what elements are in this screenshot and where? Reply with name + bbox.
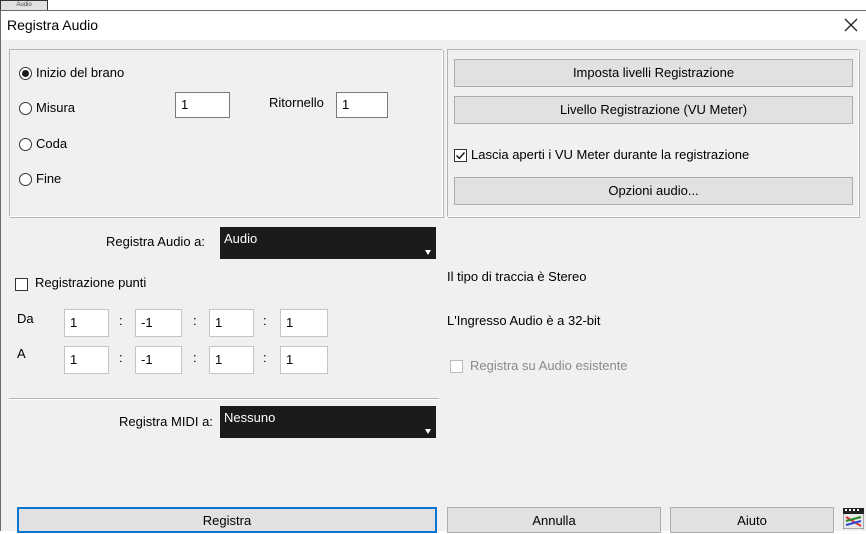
- radio-label: Misura: [36, 100, 76, 115]
- separator: :: [263, 350, 267, 365]
- divider: [9, 398, 439, 399]
- radio-label: Inizio del brano: [36, 65, 125, 80]
- to-measure-input[interactable]: 1: [64, 346, 109, 374]
- record-button[interactable]: Registra: [17, 507, 437, 533]
- record-midi-to-label: Registra MIDI a:: [119, 414, 213, 429]
- record-audio-to-value: Audio: [224, 231, 258, 246]
- record-midi-to-value: Nessuno: [224, 410, 276, 425]
- leave-vu-open-checkbox[interactable]: [454, 149, 467, 162]
- separator: :: [193, 350, 197, 365]
- recording-levels-panel: Imposta livelli Registrazione Livello Re…: [447, 49, 859, 217]
- separator: :: [193, 313, 197, 328]
- chorus-input[interactable]: 1: [336, 92, 388, 118]
- separator: :: [263, 313, 267, 328]
- radio-measure[interactable]: [19, 102, 32, 115]
- radio-coda[interactable]: [19, 138, 32, 151]
- leave-vu-open-label: Lascia aperti i VU Meter durante la regi…: [471, 147, 750, 162]
- measure-input[interactable]: 1: [175, 92, 230, 118]
- title-bar: Registra Audio: [1, 11, 866, 40]
- close-icon[interactable]: [840, 14, 862, 36]
- chorus-label: Ritornello: [269, 95, 324, 110]
- punch-in-label: Registrazione punti: [35, 275, 147, 290]
- separator: :: [119, 350, 123, 365]
- from-measure-input[interactable]: 1: [64, 309, 109, 337]
- dropdown-arrow-icon: [425, 250, 431, 255]
- video-help-icon[interactable]: [843, 508, 864, 529]
- record-audio-to-label: Registra Audio a:: [106, 234, 206, 249]
- audio-input-text: L'Ingresso Audio è a 32-bit: [447, 313, 601, 328]
- radio-end[interactable]: [19, 173, 32, 186]
- start-position-panel: Inizio del brano Misura 1 Ritornello 1 C…: [9, 49, 443, 217]
- record-on-existing-checkbox[interactable]: [450, 360, 463, 373]
- from-label: Da: [17, 311, 34, 326]
- record-midi-to-dropdown[interactable]: Nessuno: [220, 406, 436, 438]
- audio-options-button[interactable]: Opzioni audio...: [454, 177, 853, 205]
- dialog-title: Registra Audio: [7, 17, 99, 33]
- record-audio-dialog: Registra Audio Inizio del brano Misura 1…: [0, 10, 866, 533]
- to-beat-input[interactable]: -1: [135, 346, 182, 374]
- record-on-existing-label: Registra su Audio esistente: [470, 358, 628, 373]
- set-recording-levels-button[interactable]: Imposta livelli Registrazione: [454, 59, 853, 87]
- radio-start-of-song[interactable]: [19, 67, 32, 80]
- track-type-text: Il tipo di traccia è Stereo: [447, 269, 587, 284]
- checkmark-icon: [456, 152, 466, 160]
- from-tick-input[interactable]: 1: [209, 309, 254, 337]
- radio-label: Fine: [36, 171, 62, 186]
- help-button[interactable]: Aiuto: [670, 507, 834, 533]
- to-label: A: [17, 346, 26, 361]
- from-subtick-input[interactable]: 1: [280, 309, 328, 337]
- from-beat-input[interactable]: -1: [135, 309, 182, 337]
- to-subtick-input[interactable]: 1: [280, 346, 328, 374]
- vu-meter-button[interactable]: Livello Registrazione (VU Meter): [454, 96, 853, 124]
- separator: :: [119, 313, 123, 328]
- cancel-button[interactable]: Annulla: [447, 507, 661, 533]
- punch-in-checkbox[interactable]: [15, 278, 28, 291]
- to-tick-input[interactable]: 1: [209, 346, 254, 374]
- dropdown-arrow-icon: [425, 429, 431, 434]
- radio-label: Coda: [36, 136, 68, 151]
- record-audio-to-dropdown[interactable]: Audio: [220, 227, 436, 259]
